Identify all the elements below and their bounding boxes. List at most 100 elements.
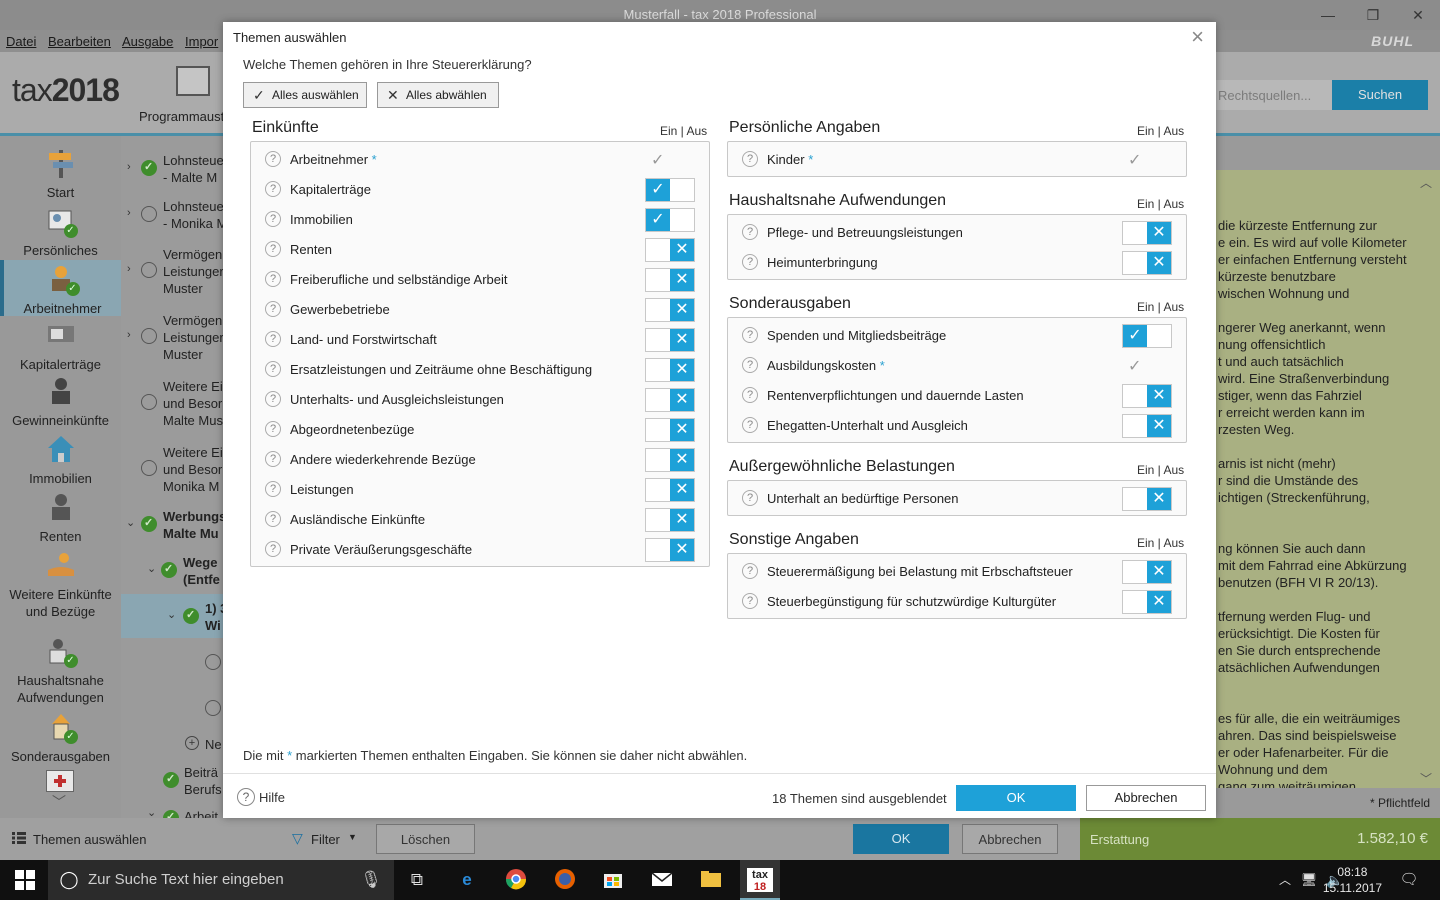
select-all-button[interactable]: ✓ Alles auswählen xyxy=(243,82,367,108)
search-input[interactable]: Rechtsquellen... xyxy=(1212,80,1332,110)
ein-aus-toggle[interactable]: ✕ xyxy=(645,388,695,412)
ein-aus-toggle[interactable]: ✕ xyxy=(645,238,695,262)
tree-node[interactable]: Wege (Entfe xyxy=(183,554,220,588)
minimize-button[interactable]: — xyxy=(1305,0,1351,30)
ein-aus-toggle[interactable]: ✓ xyxy=(645,178,695,202)
help-icon[interactable]: ? xyxy=(742,327,758,343)
tree-node-new[interactable]: Ne xyxy=(205,736,222,753)
ok-button[interactable]: OK xyxy=(956,785,1076,811)
cancel-button[interactable]: Abbrechen xyxy=(1086,785,1206,811)
help-icon[interactable]: ? xyxy=(265,271,281,287)
sidebar-item-weitere-einkuenfte[interactable]: Weitere Einkünfte und Bezüge xyxy=(0,550,121,620)
ein-aus-toggle[interactable]: ✕ xyxy=(1122,414,1172,438)
tree-node[interactable]: Weitere Ei und Besor Malte Mus xyxy=(163,378,223,429)
help-icon[interactable]: ? xyxy=(265,391,281,407)
sidebar-item-immobilien[interactable]: Immobilien xyxy=(0,434,121,487)
menu-datei[interactable]: Datei xyxy=(6,34,36,49)
add-icon[interactable]: + xyxy=(185,736,199,750)
help-icon[interactable]: ? xyxy=(742,490,758,506)
help-icon[interactable]: ? xyxy=(265,301,281,317)
close-window-button[interactable]: ✕ xyxy=(1395,0,1440,30)
tree-node[interactable]: Werbungs Malte Mu xyxy=(163,508,223,542)
scroll-down-icon[interactable]: ﹀ xyxy=(1420,770,1432,787)
ein-aus-toggle[interactable]: ✕ xyxy=(645,358,695,382)
ein-aus-toggle[interactable]: ✓ xyxy=(645,208,695,232)
tree-node[interactable]: Vermögen Leistunger Muster xyxy=(163,312,223,363)
ein-aus-toggle[interactable]: ✕ xyxy=(645,448,695,472)
edge-icon[interactable]: e xyxy=(454,868,480,892)
tree-node[interactable]: Weitere Ei und Besor Monika M xyxy=(163,444,223,495)
tax-app-icon[interactable]: tax 18 xyxy=(747,868,773,893)
help-icon[interactable]: ? xyxy=(265,361,281,377)
ein-aus-toggle[interactable]: ✕ xyxy=(1122,560,1172,584)
ein-aus-toggle[interactable]: ✕ xyxy=(645,268,695,292)
collapse-arrow-icon[interactable]: ⌄ xyxy=(167,608,176,621)
sidebar-item-persoenliches[interactable]: ✓ Persönliches xyxy=(0,206,121,259)
sidebar-item-kapitalertraege[interactable]: Kapitalerträge xyxy=(0,320,121,373)
tree-node[interactable]: Arbeit xyxy=(184,808,218,818)
tree-node[interactable]: Lohnsteue - Monika M xyxy=(163,198,223,232)
help-icon[interactable]: ? xyxy=(265,241,281,257)
ein-aus-toggle[interactable]: ✕ xyxy=(645,328,695,352)
sidebar-item-arbeitnehmer[interactable]: ✓ Arbeitnehmer xyxy=(0,260,121,316)
ein-aus-toggle[interactable]: ✕ xyxy=(645,538,695,562)
tree-node[interactable]: Vermögen Leistunger Muster xyxy=(163,246,223,297)
scroll-up-icon[interactable]: ︿ xyxy=(1420,174,1432,191)
ein-aus-toggle[interactable]: ✕ xyxy=(1122,251,1172,275)
ein-aus-toggle[interactable]: ✕ xyxy=(1122,221,1172,245)
chevron-down-icon[interactable]: ▼ xyxy=(348,832,357,842)
sidebar-item-gewinneinkuenfte[interactable]: Gewinneinkünfte xyxy=(0,376,121,429)
help-icon[interactable]: ? xyxy=(265,511,281,527)
help-icon[interactable]: ? xyxy=(742,254,758,270)
ein-aus-toggle[interactable]: ✕ xyxy=(1122,384,1172,408)
store-icon[interactable] xyxy=(600,868,626,892)
sidebar-item-sonderausgaben[interactable]: ✓ Sonderausgaben xyxy=(0,712,121,765)
help-icon[interactable]: ? xyxy=(237,788,255,806)
help-icon[interactable]: ? xyxy=(265,181,281,197)
help-icon[interactable]: ? xyxy=(265,331,281,347)
help-icon[interactable]: ? xyxy=(742,224,758,240)
filter-button[interactable]: Filter xyxy=(311,832,340,847)
ok-button-main[interactable]: OK xyxy=(853,824,949,854)
help-icon[interactable]: ? xyxy=(742,357,758,373)
ein-aus-toggle[interactable]: ✓ xyxy=(1122,324,1172,348)
network-icon[interactable]: 🖥 xyxy=(1296,868,1322,892)
program-icon[interactable] xyxy=(176,66,210,96)
maximize-button[interactable]: ❐ xyxy=(1350,0,1396,30)
sidebar-item-haushaltsnahe[interactable]: ✓ Haushaltsnahe Aufwendungen xyxy=(0,636,121,706)
ein-aus-toggle[interactable]: ✕ xyxy=(1122,487,1172,511)
ein-aus-toggle[interactable]: ✕ xyxy=(1122,590,1172,614)
program-label[interactable]: Programmaust xyxy=(139,109,224,124)
collapse-arrow-icon[interactable]: ⌄ xyxy=(147,562,156,575)
expand-arrow-icon[interactable]: › xyxy=(127,161,131,173)
themen-auswaehlen-button[interactable]: Themen auswählen xyxy=(33,832,146,847)
file-explorer-icon[interactable] xyxy=(698,868,724,892)
help-icon[interactable]: ? xyxy=(742,151,758,167)
help-icon[interactable]: ? xyxy=(265,421,281,437)
close-icon[interactable]: × xyxy=(1191,24,1204,50)
notifications-icon[interactable]: 🗨 xyxy=(1396,868,1422,892)
help-icon[interactable]: ? xyxy=(265,451,281,467)
help-icon[interactable]: ? xyxy=(265,211,281,227)
ein-aus-toggle[interactable]: ✕ xyxy=(645,298,695,322)
ein-aus-toggle[interactable]: ✕ xyxy=(645,418,695,442)
tree-node[interactable]: 1) 3Wi xyxy=(205,600,223,634)
chevron-up-icon[interactable]: ︿ xyxy=(1272,868,1298,892)
tree-node[interactable]: Beiträ Berufs xyxy=(184,764,222,798)
ein-aus-toggle[interactable]: ✕ xyxy=(645,508,695,532)
sidebar-item-start[interactable]: Start xyxy=(0,148,121,201)
task-view-icon[interactable]: ⧉ xyxy=(404,868,430,892)
help-link[interactable]: Hilfe xyxy=(259,790,285,805)
collapse-arrow-icon[interactable]: ⌄ xyxy=(126,516,135,529)
expand-arrow-icon[interactable]: › xyxy=(127,207,131,219)
taskbar-search-input[interactable]: Zur Suche Text hier eingeben xyxy=(48,860,394,900)
sidebar-item-renten[interactable]: Renten xyxy=(0,492,121,545)
help-icon[interactable]: ? xyxy=(265,151,281,167)
sidebar-scroll-down-icon[interactable]: ﹀ xyxy=(52,792,66,812)
windows-start-icon[interactable] xyxy=(12,868,38,892)
help-icon[interactable]: ? xyxy=(265,481,281,497)
loeschen-button[interactable]: Löschen xyxy=(376,824,475,854)
deselect-all-button[interactable]: ✕ Alles abwählen xyxy=(377,82,499,108)
help-icon[interactable]: ? xyxy=(742,593,758,609)
expand-arrow-icon[interactable]: › xyxy=(127,263,131,275)
